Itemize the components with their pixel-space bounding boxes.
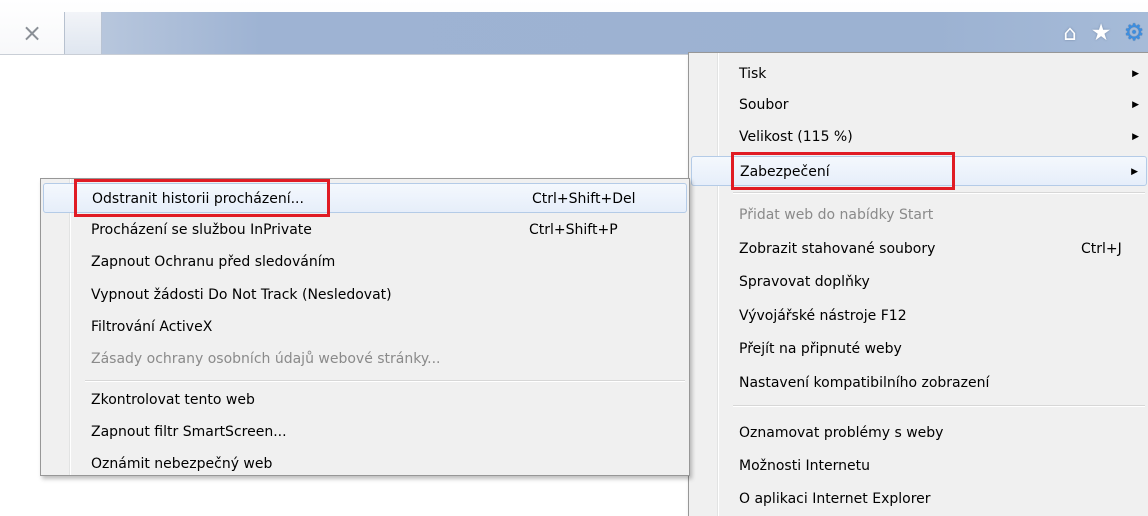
tab-strip bbox=[64, 12, 1148, 54]
new-tab-button[interactable] bbox=[65, 12, 102, 54]
menu-item-file[interactable]: Soubor ▶ bbox=[691, 90, 1147, 120]
menu-separator bbox=[733, 405, 1145, 407]
gear-icon[interactable]: ⚙ bbox=[1120, 12, 1148, 54]
menu-item-label: Filtrování ActiveX bbox=[91, 319, 213, 335]
menu-item-label: Nastavení kompatibilního zobrazení bbox=[739, 375, 990, 391]
safety-submenu: Odstranit historii procházení... Ctrl+Sh… bbox=[40, 178, 690, 476]
menu-item-label: Zapnout filtr SmartScreen... bbox=[91, 424, 287, 440]
menu-item-smartscreen[interactable]: Zapnout filtr SmartScreen... bbox=[43, 417, 687, 447]
home-icon[interactable]: ⌂ bbox=[1056, 12, 1084, 54]
menu-item-label: Zobrazit stahované soubory bbox=[739, 241, 936, 257]
menu-item-label: Přejít na připnuté weby bbox=[739, 341, 902, 357]
menu-item-label: Zapnout Ochranu před sledováním bbox=[91, 254, 336, 270]
menu-separator bbox=[733, 192, 1145, 194]
menu-item-label: Zásady ochrany osobních údajů webové str… bbox=[91, 351, 441, 367]
menu-item-label: Přidat web do nabídky Start bbox=[739, 207, 934, 223]
menu-item-delete-history[interactable]: Odstranit historii procházení... Ctrl+Sh… bbox=[43, 183, 687, 213]
menu-item-shortcut: Ctrl+J bbox=[1081, 241, 1122, 257]
tools-menu: Tisk ▶ Soubor ▶ Velikost (115 %) ▶ Zabez… bbox=[688, 52, 1148, 516]
menu-item-manage-addons[interactable]: Spravovat doplňky bbox=[691, 267, 1147, 297]
menu-item-do-not-track[interactable]: Vypnout žádosti Do Not Track (Nesledovat… bbox=[43, 280, 687, 310]
close-tab-button[interactable]: × bbox=[0, 12, 64, 54]
menu-item-pinned-sites[interactable]: Přejít na připnuté weby bbox=[691, 334, 1147, 364]
browser-window: × ⌂ ★ ⚙ Tisk ▶ Soubor ▶ Velikost (115 %)… bbox=[0, 0, 1148, 516]
menu-item-label: Možnosti Internetu bbox=[739, 458, 871, 474]
menu-item-label: O aplikaci Internet Explorer bbox=[739, 491, 931, 507]
star-icon[interactable]: ★ bbox=[1087, 12, 1115, 54]
menu-item-about-ie[interactable]: O aplikaci Internet Explorer bbox=[691, 484, 1147, 514]
menu-item-inprivate[interactable]: Procházení se službou InPrivate Ctrl+Shi… bbox=[43, 215, 687, 245]
browser-toolbar: × ⌂ ★ ⚙ bbox=[0, 0, 1148, 55]
submenu-arrow-icon: ▶ bbox=[1132, 132, 1139, 142]
submenu-arrow-icon: ▶ bbox=[1132, 69, 1139, 79]
menu-item-label: Zkontrolovat tento web bbox=[91, 392, 255, 408]
menu-item-shortcut: Ctrl+Shift+P bbox=[529, 222, 618, 238]
menu-item-check-site[interactable]: Zkontrolovat tento web bbox=[43, 385, 687, 415]
submenu-arrow-icon: ▶ bbox=[1132, 100, 1139, 110]
menu-item-add-to-start: Přidat web do nabídky Start bbox=[691, 200, 1147, 230]
menu-item-report-problems[interactable]: Oznamovat problémy s weby bbox=[691, 418, 1147, 448]
menu-item-label: Procházení se službou InPrivate bbox=[91, 222, 312, 238]
menu-item-developer-tools[interactable]: Vývojářské nástroje F12 bbox=[691, 301, 1147, 331]
menu-item-label: Oznamovat problémy s weby bbox=[739, 425, 944, 441]
menu-item-print[interactable]: Tisk ▶ bbox=[691, 59, 1147, 89]
menu-separator bbox=[85, 380, 685, 382]
menu-item-label: Vývojářské nástroje F12 bbox=[739, 308, 907, 324]
menu-item-label: Velikost (115 %) bbox=[739, 129, 853, 145]
menu-item-label: Oznámit nebezpečný web bbox=[91, 456, 273, 472]
menu-item-internet-options[interactable]: Možnosti Internetu bbox=[691, 451, 1147, 481]
menu-item-label: Odstranit historii procházení... bbox=[92, 191, 304, 207]
menu-item-activex-filtering[interactable]: Filtrování ActiveX bbox=[43, 312, 687, 342]
submenu-arrow-icon: ▶ bbox=[1131, 167, 1138, 177]
menu-item-compatibility-view[interactable]: Nastavení kompatibilního zobrazení bbox=[691, 368, 1147, 398]
menu-item-report-unsafe[interactable]: Oznámit nebezpečný web bbox=[43, 449, 687, 479]
menu-item-safety[interactable]: Zabezpečení ▶ bbox=[691, 156, 1147, 186]
menu-item-view-downloads[interactable]: Zobrazit stahované soubory Ctrl+J bbox=[691, 234, 1147, 264]
menu-item-label: Tisk bbox=[739, 66, 767, 82]
menu-item-zoom[interactable]: Velikost (115 %) ▶ bbox=[691, 122, 1147, 152]
menu-item-tracking-protection[interactable]: Zapnout Ochranu před sledováním bbox=[43, 247, 687, 277]
menu-item-label: Soubor bbox=[739, 97, 789, 113]
menu-item-label: Zabezpečení bbox=[740, 164, 830, 180]
menu-item-shortcut: Ctrl+Shift+Del bbox=[532, 191, 636, 207]
menu-item-privacy-policy: Zásady ochrany osobních údajů webové str… bbox=[43, 344, 687, 374]
menu-item-label: Spravovat doplňky bbox=[739, 274, 870, 290]
menu-item-label: Vypnout žádosti Do Not Track (Nesledovat… bbox=[91, 287, 392, 303]
